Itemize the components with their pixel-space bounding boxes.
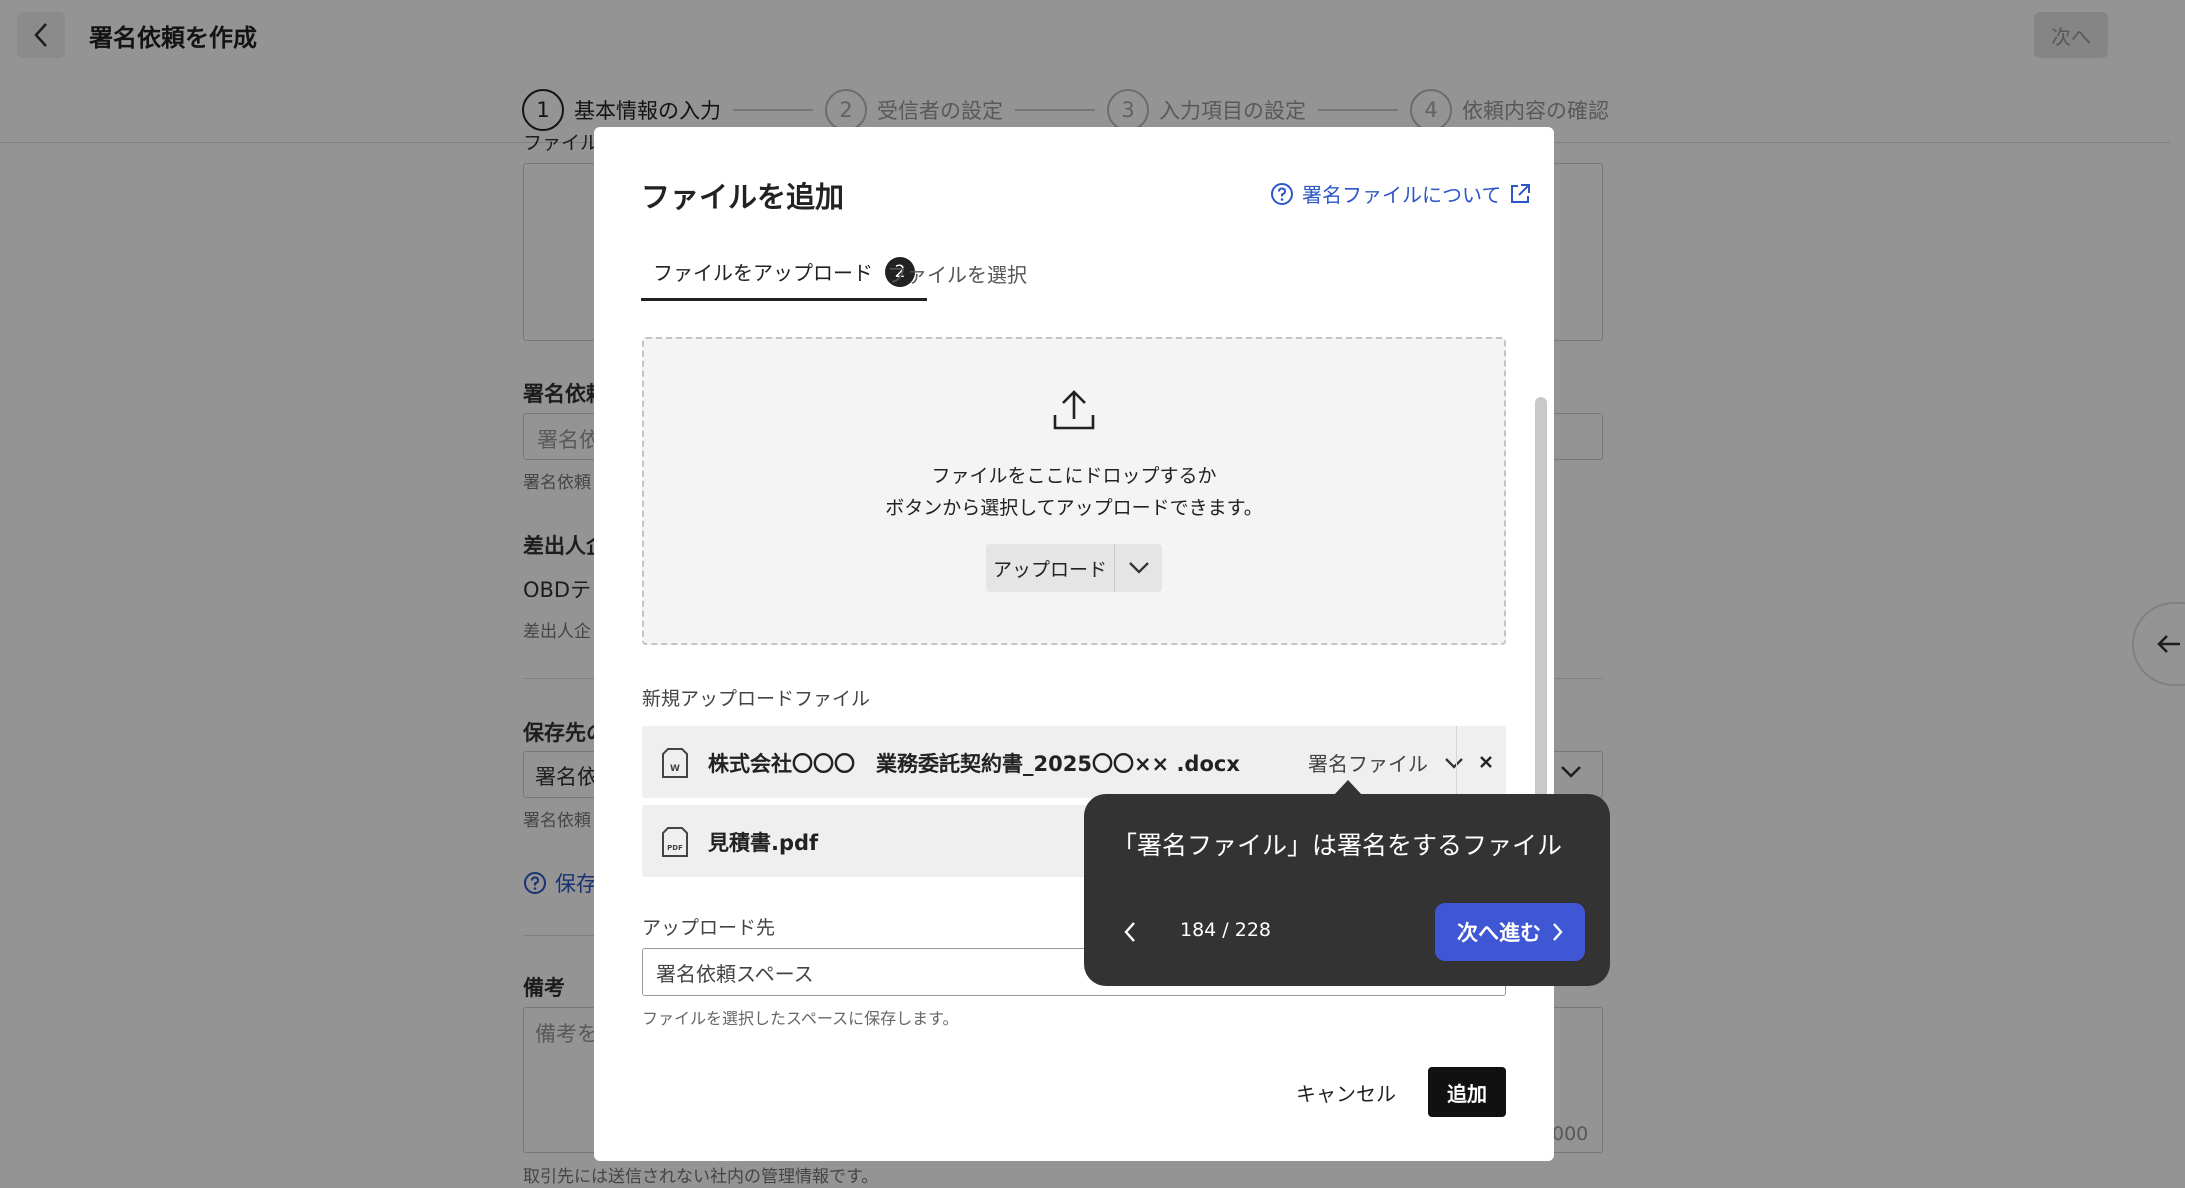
external-link-icon xyxy=(1511,183,1531,203)
help-circle-icon xyxy=(1271,182,1293,205)
chevron-down-icon xyxy=(1445,757,1463,769)
svg-text:PDF: PDF xyxy=(667,844,683,852)
close-icon xyxy=(1480,756,1492,768)
upload-icon xyxy=(1053,390,1095,430)
tab-label: ファイルをアップロード xyxy=(653,261,873,285)
file-type-select[interactable]: 署名ファイル xyxy=(1308,748,1464,777)
coach-step-counter: 184 / 228 xyxy=(1180,919,1272,941)
coach-prev-button[interactable] xyxy=(1112,914,1148,950)
upload-button[interactable]: アップロード xyxy=(986,544,1114,592)
tab-select[interactable]: ファイルを選択 xyxy=(887,245,1027,301)
coach-mark-text: 「署名ファイル」は署名をするファイル xyxy=(1112,831,1563,860)
cancel-button[interactable]: キャンセル xyxy=(1294,1067,1398,1117)
upload-split-button: アップロード xyxy=(986,544,1162,592)
upload-destination-label: アップロード先 xyxy=(642,917,776,939)
tab-upload[interactable]: ファイルをアップロード 2 xyxy=(641,245,927,301)
divider xyxy=(1456,726,1457,798)
tab-label: ファイルを選択 xyxy=(887,262,1027,287)
file-row: W 株式会社〇〇〇 業務委託契約書_2025〇〇×× .docx 署名ファイル xyxy=(642,726,1506,798)
remove-file-button[interactable] xyxy=(1468,744,1504,780)
dropzone-text-line2: ボタンから選択してアップロードできます。 xyxy=(885,497,1263,519)
svg-text:W: W xyxy=(670,764,680,774)
file-name: 株式会社〇〇〇 業務委託契約書_2025〇〇×× .docx xyxy=(708,752,1240,776)
upload-destination-help: ファイルを選択したスペースに保存します。 xyxy=(642,1009,959,1028)
pdf-file-icon: PDF xyxy=(662,827,688,857)
file-type-label: 署名ファイル xyxy=(1308,752,1428,776)
chevron-right-icon xyxy=(1553,923,1563,941)
help-link-label: 署名ファイルについて xyxy=(1302,183,1502,207)
upload-options-button[interactable] xyxy=(1114,544,1162,592)
chevron-down-icon xyxy=(1128,562,1149,574)
add-file-modal: ファイルを追加 署名ファイルについて ファイルをアップロード 2 ファイルを選択… xyxy=(594,127,1554,1161)
file-dropzone[interactable]: ファイルをここにドロップするか ボタンから選択してアップロードできます。 アップ… xyxy=(642,337,1506,645)
modal-title: ファイルを追加 xyxy=(641,180,845,214)
signature-file-help-link[interactable]: 署名ファイルについて xyxy=(1270,179,1531,208)
add-button[interactable]: 追加 xyxy=(1428,1067,1506,1117)
file-name: 見積書.pdf xyxy=(708,831,819,855)
modal-tabs: ファイルをアップロード 2 ファイルを選択 xyxy=(641,245,1521,301)
new-files-label: 新規アップロードファイル xyxy=(642,688,871,710)
coach-mark-popover: 「署名ファイル」は署名をするファイル 184 / 228 次へ進む xyxy=(1084,794,1610,986)
coach-next-button[interactable]: 次へ進む xyxy=(1435,903,1585,961)
coach-mark-arrow xyxy=(1334,780,1362,795)
chevron-left-icon xyxy=(1124,922,1135,942)
coach-next-label: 次へ進む xyxy=(1457,921,1541,945)
word-file-icon: W xyxy=(662,748,688,778)
dropzone-text-line1: ファイルをここにドロップするか xyxy=(931,465,1217,487)
